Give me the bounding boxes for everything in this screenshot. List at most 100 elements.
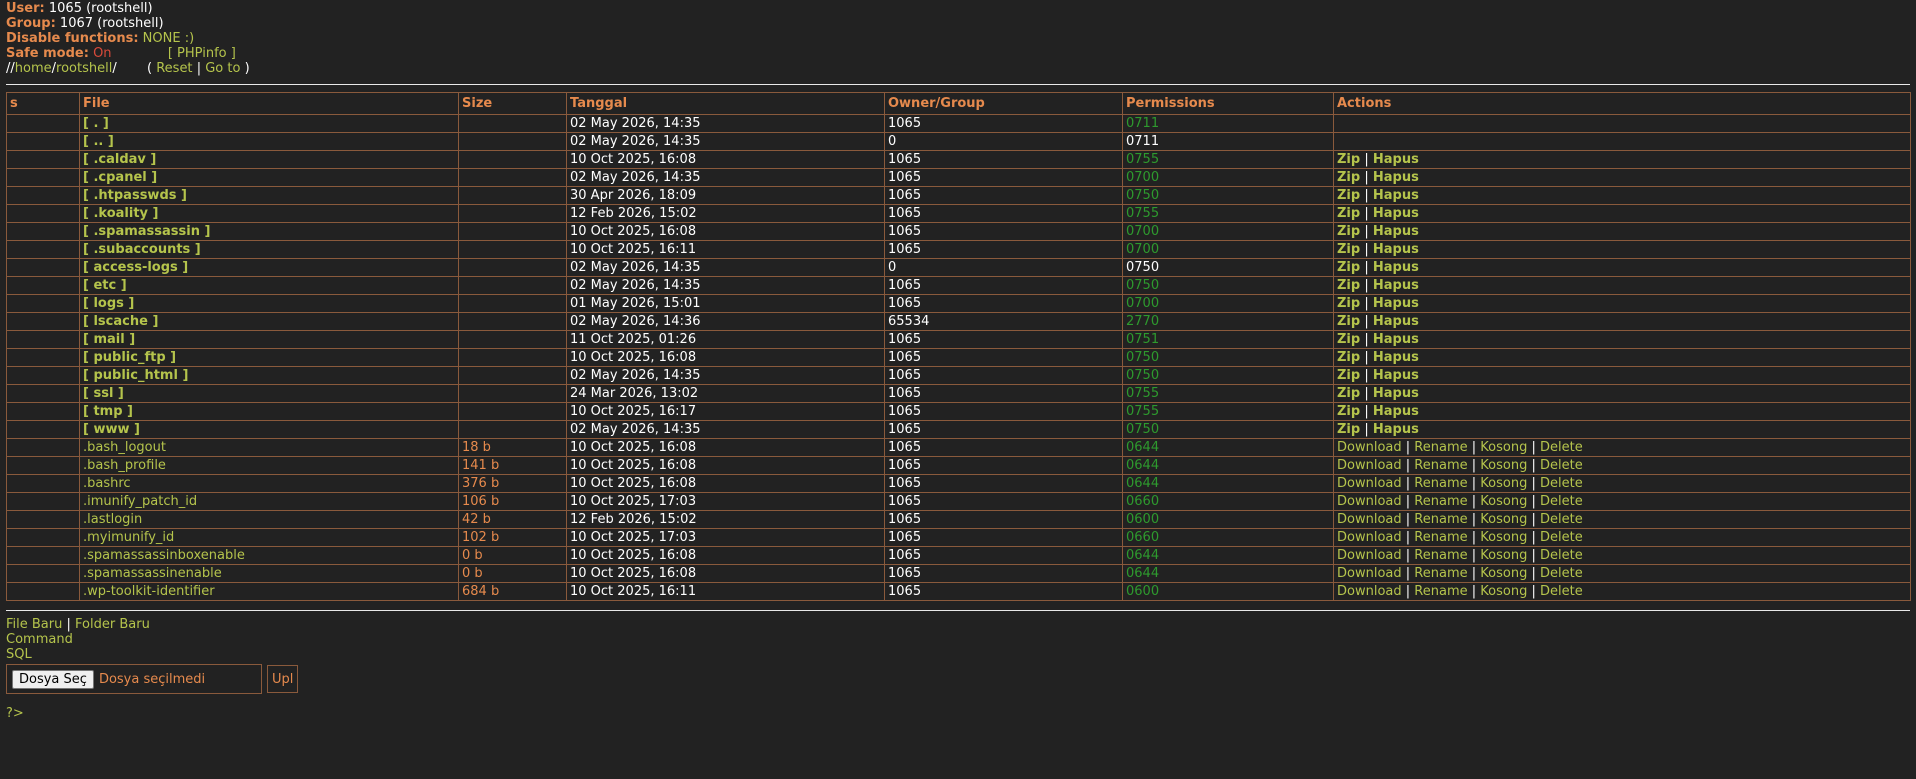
download-link[interactable]: Download	[1337, 566, 1402, 581]
new-folder-link[interactable]: Folder Baru	[75, 617, 150, 632]
permissions-link[interactable]: 0755	[1126, 152, 1159, 167]
permissions-link[interactable]: 0711	[1126, 134, 1159, 149]
rename-link[interactable]: Rename	[1414, 440, 1467, 455]
permissions-link[interactable]: 0711	[1126, 116, 1159, 131]
permissions-link[interactable]: 0755	[1126, 386, 1159, 401]
rename-link[interactable]: Rename	[1414, 584, 1467, 599]
file-name-link[interactable]: .bash_logout	[83, 440, 166, 455]
new-file-link[interactable]: File Baru	[6, 617, 62, 632]
upload-button[interactable]: Upl	[267, 665, 299, 693]
rename-link[interactable]: Rename	[1414, 494, 1467, 509]
download-link[interactable]: Download	[1337, 494, 1402, 509]
file-name-link[interactable]: .myimunify_id	[83, 530, 174, 545]
permissions-link[interactable]: 0700	[1126, 170, 1159, 185]
zip-link[interactable]: Zip	[1337, 206, 1360, 221]
kosong-link[interactable]: Kosong	[1480, 548, 1527, 563]
permissions-link[interactable]: 0751	[1126, 332, 1159, 347]
hapus-link[interactable]: Hapus	[1373, 368, 1419, 383]
zip-link[interactable]: Zip	[1337, 188, 1360, 203]
permissions-link[interactable]: 0644	[1126, 476, 1159, 491]
download-link[interactable]: Download	[1337, 512, 1402, 527]
kosong-link[interactable]: Kosong	[1480, 584, 1527, 599]
kosong-link[interactable]: Kosong	[1480, 566, 1527, 581]
directory-name-link[interactable]: [ . ]	[83, 116, 109, 131]
permissions-link[interactable]: 0600	[1126, 512, 1159, 527]
delete-link[interactable]: Delete	[1540, 548, 1583, 563]
directory-name-link[interactable]: [ tmp ]	[83, 404, 133, 419]
delete-link[interactable]: Delete	[1540, 566, 1583, 581]
permissions-link[interactable]: 0750	[1126, 350, 1159, 365]
sql-link[interactable]: SQL	[6, 647, 1910, 662]
download-link[interactable]: Download	[1337, 476, 1402, 491]
choose-file-button[interactable]: Dosya Seç	[12, 669, 94, 689]
rename-link[interactable]: Rename	[1414, 530, 1467, 545]
directory-name-link[interactable]: [ public_html ]	[83, 368, 188, 383]
rename-link[interactable]: Rename	[1414, 512, 1467, 527]
zip-link[interactable]: Zip	[1337, 152, 1360, 167]
permissions-link[interactable]: 0644	[1126, 548, 1159, 563]
zip-link[interactable]: Zip	[1337, 242, 1360, 257]
rename-link[interactable]: Rename	[1414, 458, 1467, 473]
hapus-link[interactable]: Hapus	[1373, 170, 1419, 185]
hapus-link[interactable]: Hapus	[1373, 296, 1419, 311]
permissions-link[interactable]: 0755	[1126, 404, 1159, 419]
delete-link[interactable]: Delete	[1540, 458, 1583, 473]
download-link[interactable]: Download	[1337, 548, 1402, 563]
directory-name-link[interactable]: [ .koality ]	[83, 206, 158, 221]
file-name-link[interactable]: .spamassassinenable	[83, 566, 222, 581]
permissions-link[interactable]: 0600	[1126, 584, 1159, 599]
permissions-link[interactable]: 0750	[1126, 188, 1159, 203]
directory-name-link[interactable]: [ www ]	[83, 422, 140, 437]
hapus-link[interactable]: Hapus	[1373, 224, 1419, 239]
directory-name-link[interactable]: [ .htpasswds ]	[83, 188, 187, 203]
file-name-link[interactable]: .imunify_patch_id	[83, 494, 197, 509]
permissions-link[interactable]: 0750	[1126, 260, 1159, 275]
permissions-link[interactable]: 0755	[1126, 206, 1159, 221]
permissions-link[interactable]: 2770	[1126, 314, 1159, 329]
zip-link[interactable]: Zip	[1337, 422, 1360, 437]
directory-name-link[interactable]: [ .caldav ]	[83, 152, 156, 167]
directory-name-link[interactable]: [ access-logs ]	[83, 260, 188, 275]
delete-link[interactable]: Delete	[1540, 440, 1583, 455]
directory-name-link[interactable]: [ mail ]	[83, 332, 135, 347]
zip-link[interactable]: Zip	[1337, 404, 1360, 419]
hapus-link[interactable]: Hapus	[1373, 314, 1419, 329]
hapus-link[interactable]: Hapus	[1373, 242, 1419, 257]
directory-name-link[interactable]: [ .cpanel ]	[83, 170, 157, 185]
permissions-link[interactable]: 0750	[1126, 278, 1159, 293]
zip-link[interactable]: Zip	[1337, 296, 1360, 311]
phpinfo-link[interactable]: [ PHPinfo ]	[168, 46, 236, 61]
file-name-link[interactable]: .bashrc	[83, 476, 131, 491]
permissions-link[interactable]: 0750	[1126, 368, 1159, 383]
directory-name-link[interactable]: [ logs ]	[83, 296, 134, 311]
delete-link[interactable]: Delete	[1540, 530, 1583, 545]
hapus-link[interactable]: Hapus	[1373, 386, 1419, 401]
reset-link[interactable]: Reset	[156, 61, 192, 76]
rename-link[interactable]: Rename	[1414, 548, 1467, 563]
delete-link[interactable]: Delete	[1540, 476, 1583, 491]
hapus-link[interactable]: Hapus	[1373, 350, 1419, 365]
rename-link[interactable]: Rename	[1414, 476, 1467, 491]
zip-link[interactable]: Zip	[1337, 386, 1360, 401]
zip-link[interactable]: Zip	[1337, 278, 1360, 293]
download-link[interactable]: Download	[1337, 458, 1402, 473]
hapus-link[interactable]: Hapus	[1373, 206, 1419, 221]
permissions-link[interactable]: 0660	[1126, 530, 1159, 545]
delete-link[interactable]: Delete	[1540, 512, 1583, 527]
kosong-link[interactable]: Kosong	[1480, 530, 1527, 545]
file-input[interactable]: Dosya Seç Dosya seçilmedi	[6, 664, 262, 694]
file-name-link[interactable]: .spamassassinboxenable	[83, 548, 245, 563]
permissions-link[interactable]: 0700	[1126, 296, 1159, 311]
delete-link[interactable]: Delete	[1540, 584, 1583, 599]
zip-link[interactable]: Zip	[1337, 170, 1360, 185]
permissions-link[interactable]: 0750	[1126, 422, 1159, 437]
directory-name-link[interactable]: [ public_ftp ]	[83, 350, 176, 365]
directory-name-link[interactable]: [ ssl ]	[83, 386, 124, 401]
kosong-link[interactable]: Kosong	[1480, 512, 1527, 527]
permissions-link[interactable]: 0644	[1126, 440, 1159, 455]
hapus-link[interactable]: Hapus	[1373, 260, 1419, 275]
path-user-link[interactable]: rootshell	[56, 61, 112, 76]
directory-name-link[interactable]: [ .subaccounts ]	[83, 242, 201, 257]
permissions-link[interactable]: 0644	[1126, 566, 1159, 581]
file-name-link[interactable]: .lastlogin	[83, 512, 142, 527]
